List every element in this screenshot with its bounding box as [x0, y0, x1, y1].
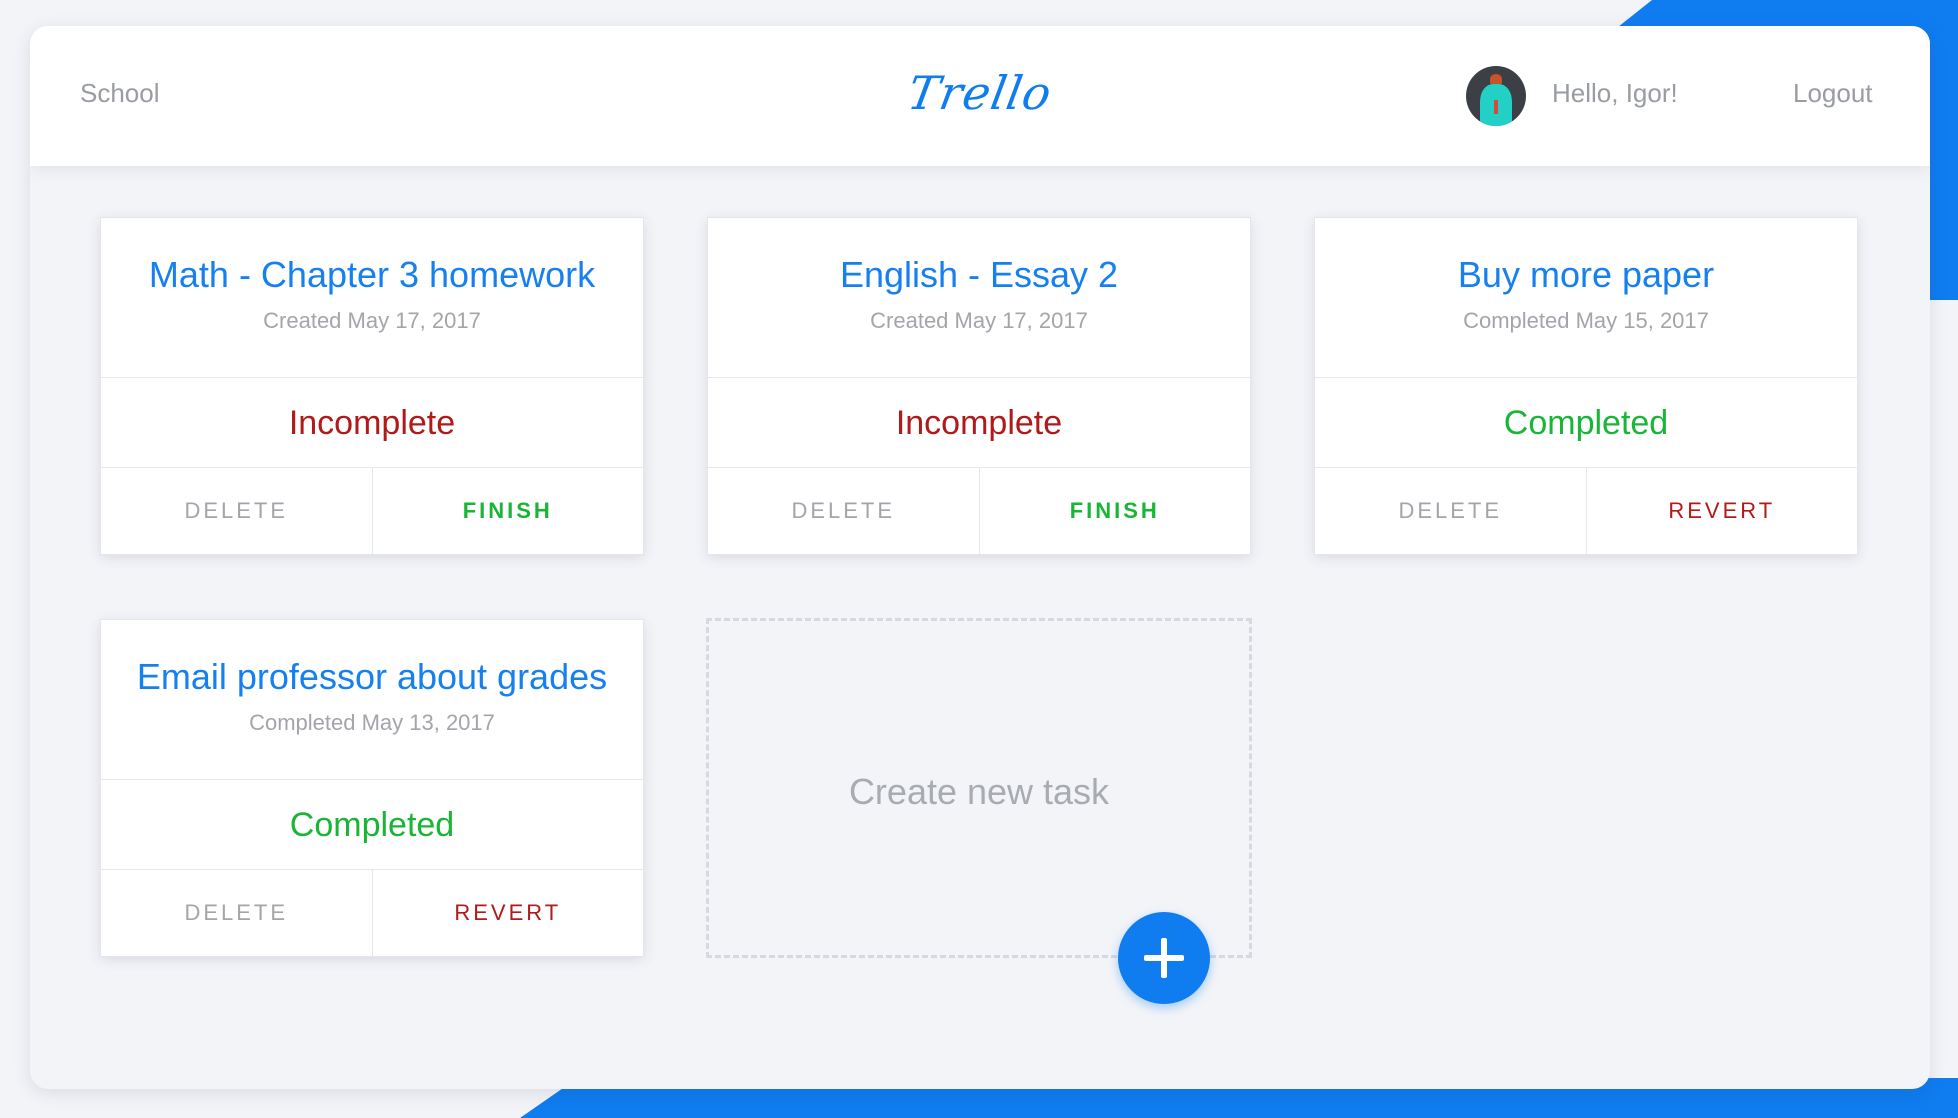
task-status: Completed	[101, 780, 643, 870]
user-avatar[interactable]	[1466, 66, 1526, 126]
task-title[interactable]: Math - Chapter 3 homework	[101, 218, 643, 296]
task-date: Created May 17, 2017	[870, 308, 1088, 333]
finish-button[interactable]: FINISH	[371, 468, 644, 554]
delete-button[interactable]: DELETE	[101, 468, 372, 554]
task-status: Incomplete	[708, 378, 1250, 468]
task-title[interactable]: English - Essay 2	[708, 218, 1250, 296]
task-card-header: Buy more paper Completed May 15, 2017	[1315, 218, 1857, 378]
task-card-header: English - Essay 2 Created May 17, 2017	[708, 218, 1250, 378]
logout-link[interactable]: Logout	[1793, 78, 1873, 109]
plus-icon-stroke	[1161, 938, 1167, 978]
task-card: English - Essay 2 Created May 17, 2017 I…	[707, 217, 1251, 555]
app-window: School Trello Hello, Igor! Logout Math -…	[30, 26, 1930, 1089]
task-date: Created May 17, 2017	[263, 308, 481, 333]
revert-button[interactable]: REVERT	[1585, 468, 1858, 554]
delete-button[interactable]: DELETE	[1315, 468, 1586, 554]
revert-button[interactable]: REVERT	[371, 870, 644, 956]
trello-logo[interactable]: Trello	[904, 66, 1057, 120]
task-card: Buy more paper Completed May 15, 2017 Co…	[1314, 217, 1858, 555]
task-actions: DELETE FINISH	[101, 468, 643, 554]
task-card: Math - Chapter 3 homework Created May 17…	[100, 217, 644, 555]
finish-button[interactable]: FINISH	[978, 468, 1251, 554]
task-actions: DELETE FINISH	[708, 468, 1250, 554]
task-status: Completed	[1315, 378, 1857, 468]
task-title[interactable]: Email professor about grades	[101, 620, 643, 698]
task-actions: DELETE REVERT	[101, 870, 643, 956]
task-actions: DELETE REVERT	[1315, 468, 1857, 554]
avatar-tie	[1494, 100, 1498, 114]
create-task-label: Create new task	[848, 771, 1110, 812]
task-date: Completed May 15, 2017	[1463, 308, 1709, 333]
task-status: Incomplete	[101, 378, 643, 468]
delete-button[interactable]: DELETE	[101, 870, 372, 956]
task-card: Email professor about grades Completed M…	[100, 619, 644, 957]
task-card-header: Math - Chapter 3 homework Created May 17…	[101, 218, 643, 378]
avatar-hat	[1490, 74, 1502, 84]
create-task-area[interactable]: Create new task	[706, 618, 1252, 958]
add-task-button[interactable]	[1118, 912, 1210, 1004]
task-title[interactable]: Buy more paper	[1315, 218, 1857, 296]
board-name[interactable]: School	[80, 78, 160, 109]
user-greeting: Hello, Igor!	[1552, 78, 1678, 108]
task-card-header: Email professor about grades Completed M…	[101, 620, 643, 780]
top-bar: School Trello Hello, Igor! Logout	[30, 26, 1930, 166]
task-date: Completed May 13, 2017	[249, 710, 495, 735]
delete-button[interactable]: DELETE	[708, 468, 979, 554]
